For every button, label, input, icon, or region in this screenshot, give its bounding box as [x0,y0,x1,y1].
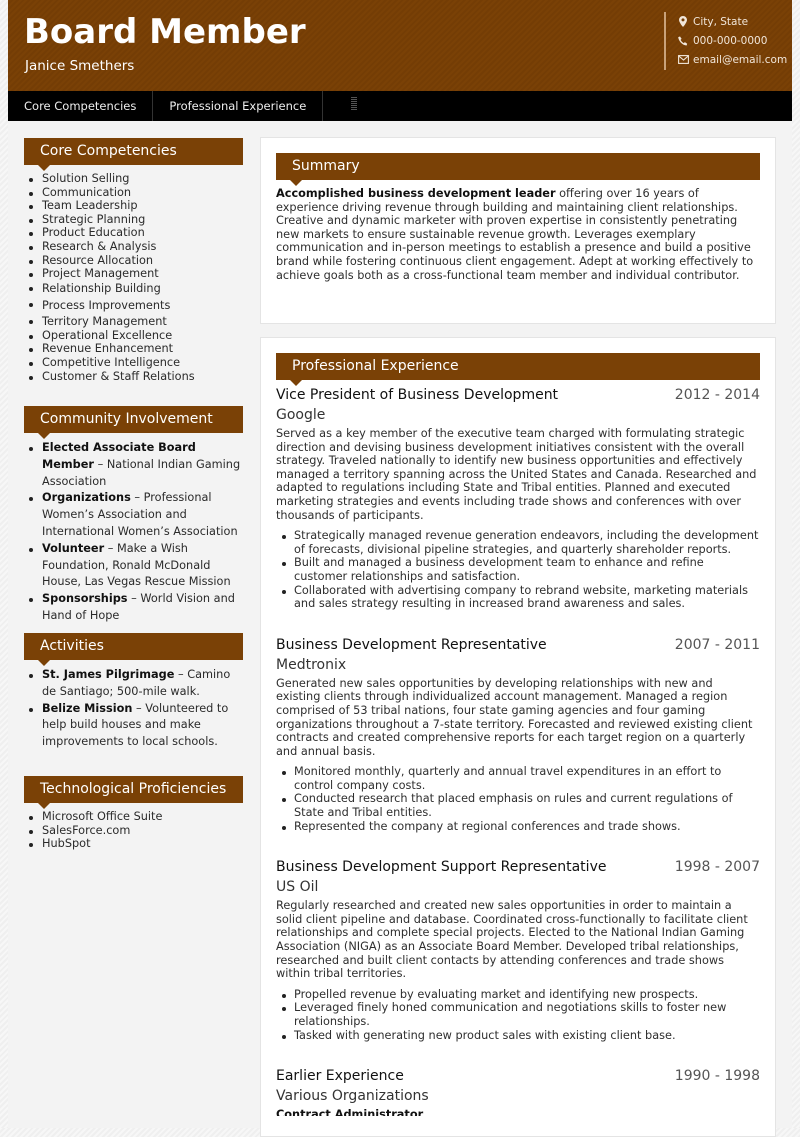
resume-title: Board Member [24,12,306,52]
job-bullets: Monitored monthly, quarterly and annual … [276,765,760,833]
job-company: Google [276,407,326,423]
job-dates: 2012 - 2014 [674,387,760,403]
job-entry: Business Development Representative 2007… [276,637,760,834]
list-item: Organizations – Professional Women’s Ass… [29,490,243,540]
email-link[interactable]: email@email.com [693,54,787,66]
section-heading: Technological Proficiencies [24,776,243,809]
list-item: Collaborated with advertising company to… [282,584,760,611]
list-item: Team Leadership [29,199,243,213]
phone-icon [676,36,690,46]
section-heading: Activities [24,633,243,666]
list-item: Built and managed a business development… [282,556,760,583]
tech-list: Microsoft Office Suite SalesForce.com Hu… [24,810,243,851]
job-description: Served as a key member of the executive … [276,427,757,522]
list-item: Leveraged finely honed communication and… [282,1001,760,1028]
job-description: Generated new sales opportunities by dev… [276,676,753,758]
community-involvement-section: Community Involvement Elected Associate … [24,406,243,625]
list-item: Strategically managed revenue generation… [282,529,759,556]
list-item: Strategic Planning [29,213,243,227]
list-item: Project Management [29,267,243,281]
job-title: Vice President of Business Development [276,387,559,403]
location-text: City, State [693,15,749,28]
list-item: Competitive Intelligence [29,356,243,370]
section-heading: Community Involvement [24,406,243,439]
experience-card: Professional Experience Vice President o… [260,337,776,1137]
list-item: Product Education [29,226,243,240]
list-item: Operational Excellence [29,329,243,343]
list-item: Propelled revenue by evaluating market a… [282,988,760,1002]
job-title: Business Development Support Representat… [276,859,607,876]
drag-handle-icon[interactable] [351,97,358,111]
list-item: Represented the company at regional conf… [282,820,760,834]
job-description: Regularly researched and created new sal… [276,899,748,981]
section-heading: Summary [276,153,760,186]
list-item: Microsoft Office Suite [29,810,243,824]
section-heading: Professional Experience [276,353,760,386]
list-item: HubSpot [29,837,243,851]
list-item: Research & Analysis [29,240,243,254]
resume-header: Board Member Janice Smethers City, State… [8,0,792,91]
contact-block: City, State 000-000-0000 email@email.com [664,12,787,70]
job-role: Contract Administrator [276,1108,424,1117]
summary-lead: Accomplished business development leader [276,187,556,200]
contact-phone: 000-000-0000 [676,31,787,50]
phone-text: 000-000-0000 [693,34,768,47]
item-label: Organizations [42,491,131,505]
list-item: Belize Mission – Volunteered to help bui… [29,701,243,751]
summary-text: Accomplished business development leader… [276,187,760,282]
item-label: Sponsorships [42,592,128,606]
list-item: Sponsorships – World Vision and Hand of … [29,591,243,625]
job-bullets: Propelled revenue by evaluating market a… [276,988,760,1042]
item-label: St. James Pilgrimage [42,668,175,681]
item-label: Belize Mission [42,701,133,715]
tab-core-competencies[interactable]: Core Competencies [8,91,154,121]
tab-professional-experience[interactable]: Professional Experience [153,91,324,121]
list-item: Solution Selling [29,172,243,186]
job-bullets: Strategically managed revenue generation… [276,529,760,611]
community-list: Elected Associate Board Member – Nationa… [24,440,243,625]
item-label: Volunteer [42,541,105,555]
job-entry: Business Development Support Representat… [276,859,760,1042]
job-entry: Vice President of Business Development 2… [276,387,760,611]
list-item: Monitored monthly, quarterly and annual … [282,765,760,792]
summary-card: Summary Accomplished business developmen… [260,137,776,324]
job-dates: 1990 - 1998 [674,1068,760,1085]
section-heading: Core Competencies [24,138,243,171]
list-item: Resource Allocation [29,254,243,268]
envelope-icon [676,55,690,64]
summary-body: offering over 16 years of experience dri… [276,187,754,282]
list-item: Process Improvements [29,297,243,314]
activities-section: Activities St. James Pilgrimage – Camino… [24,633,243,751]
list-item: Revenue Enhancement [29,342,243,356]
list-item: St. James Pilgrimage – Camino de Santiag… [29,667,243,701]
tech-proficiencies-section: Technological Proficiencies Microsoft Of… [24,776,243,851]
list-item: Territory Management [29,314,243,329]
job-dates: 2007 - 2011 [674,636,760,653]
list-item: Volunteer – Make a Wish Foundation, Rona… [29,541,243,591]
section-nav: Core Competencies Professional Experienc… [8,91,792,121]
job-company: US Oil [276,879,319,896]
job-company: Medtronix [276,656,347,673]
job-title: Business Development Representative [276,636,547,653]
list-item: Tasked with generating new product sales… [282,1029,760,1043]
activities-list: St. James Pilgrimage – Camino de Santiag… [24,667,243,751]
list-item: Customer & Staff Relations [29,370,243,384]
list-item: Elected Associate Board Member – Nationa… [29,440,243,490]
contact-location: City, State [676,12,787,31]
job-dates: 1998 - 2007 [674,859,760,876]
resume-page: Board Member Janice Smethers City, State… [8,0,792,1137]
job-company: Various Organizations [276,1088,429,1105]
core-competencies-section: Core Competencies Solution Selling Commu… [24,138,243,383]
job-entry: Earlier Experience 1990 - 1998 Various O… [276,1068,760,1116]
list-item: Communication [29,186,243,200]
map-pin-icon [676,16,690,27]
list-item: Relationship Building [29,281,243,297]
contact-email: email@email.com [676,50,787,69]
competency-list: Solution Selling Communication Team Lead… [24,172,243,383]
candidate-name: Janice Smethers [25,58,135,74]
list-item: Conducted research that placed emphasis … [282,792,760,819]
job-title: Earlier Experience [276,1068,404,1085]
list-item: SalesForce.com [29,824,243,838]
